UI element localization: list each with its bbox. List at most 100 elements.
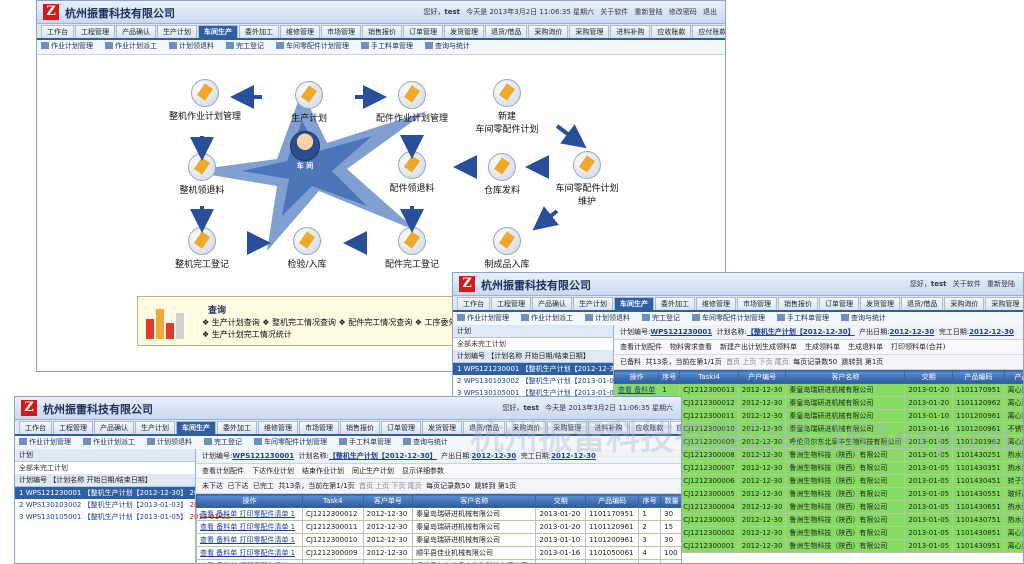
plan-list-item[interactable]: 2 WPS130103002 【整机生产计划【2013-01-03】 2013-… bbox=[453, 375, 668, 387]
column-header[interactable]: 交期 bbox=[904, 370, 954, 384]
tab-10[interactable]: 发货管理 bbox=[860, 297, 900, 310]
tab-5[interactable]: 委外加工 bbox=[655, 297, 695, 310]
table-row[interactable]: 查看 备料单 打印零配件清单 1 CJ1212300009 2012-12-30 顺平… bbox=[196, 546, 681, 560]
tool-button-2[interactable]: 新建产出计划生成领料单 bbox=[720, 343, 797, 351]
tab-4[interactable]: 车间生产 bbox=[614, 297, 654, 310]
table-cell[interactable]: 查看 备料单 打印零配件清单 1 bbox=[196, 559, 303, 563]
tab-4[interactable]: 车间生产 bbox=[176, 421, 216, 434]
subnav-item-1[interactable]: 作业计划派工 bbox=[83, 436, 135, 449]
node-g[interactable]: 仓库发料 bbox=[467, 153, 537, 196]
node-e[interactable]: 整机领退料 bbox=[157, 153, 247, 196]
tab-8[interactable]: 销售报价 bbox=[340, 421, 380, 434]
table-row[interactable]: 查看 备料单 打印零配件清单 1 CJ1212300011 2012-12-30 秦皇… bbox=[196, 520, 681, 534]
tab-3[interactable]: 生产计划 bbox=[157, 25, 197, 38]
link-relogin[interactable]: 重新登陆 bbox=[987, 280, 1015, 288]
plan-no[interactable]: WPS121230001 bbox=[232, 452, 294, 460]
node-a[interactable]: 整机作业计划管理 bbox=[145, 79, 265, 122]
tab-3[interactable]: 生产计划 bbox=[135, 421, 175, 434]
subnav-item-0[interactable]: 作业计划管理 bbox=[19, 436, 71, 449]
node-b[interactable]: 生产计划 bbox=[269, 81, 349, 124]
column-header[interactable]: 序号 bbox=[658, 370, 681, 384]
plan-list-item[interactable]: 1 WPS121230001 【整机生产计划【2012-12-30】 2012-… bbox=[15, 487, 230, 499]
tab-11[interactable]: 退货/借品 bbox=[463, 421, 506, 434]
column-header[interactable]: 产品名称 bbox=[1003, 370, 1023, 384]
subnav-item-2[interactable]: 计划领退料 bbox=[147, 436, 192, 449]
link-about[interactable]: 关于软件 bbox=[953, 280, 981, 288]
node-c[interactable]: 配件作业计划管理 bbox=[357, 81, 467, 124]
tab-1[interactable]: 工程管理 bbox=[491, 297, 531, 310]
column-header[interactable]: Task4 bbox=[301, 494, 364, 508]
jump-select[interactable]: 跳转到 第1页 bbox=[475, 482, 517, 490]
tool-button-0[interactable]: 查看计划配件 bbox=[202, 467, 244, 475]
tool-button-0[interactable]: 查看计划配件 bbox=[620, 343, 662, 351]
subnav-item-6[interactable]: 查询与统计 bbox=[841, 312, 886, 325]
subnav-item-5[interactable]: 手工料单管理 bbox=[339, 436, 391, 449]
plan-name[interactable]: 【整机生产计划【2012-12-30】 bbox=[329, 452, 437, 460]
subnav-item-6[interactable]: 查询与统计 bbox=[403, 436, 448, 449]
plan-list-item[interactable]: 2 WPS130103002 【整机生产计划【2013-01-03】 2013-… bbox=[15, 499, 230, 511]
tab-9[interactable]: 订单管理 bbox=[403, 25, 443, 38]
subnav-item-3[interactable]: 完工登记 bbox=[642, 312, 680, 325]
tab-0[interactable]: 工作台 bbox=[41, 25, 74, 38]
status-unissued[interactable]: 未下达 bbox=[202, 482, 223, 490]
tab-1[interactable]: 工程管理 bbox=[75, 25, 115, 38]
pager-links[interactable]: 首页 上页 下页 尾页 bbox=[726, 358, 789, 366]
column-header[interactable]: 操作 bbox=[613, 370, 660, 384]
node-k[interactable]: 配件完工登记 bbox=[367, 227, 457, 270]
tab-1[interactable]: 工程管理 bbox=[53, 421, 93, 434]
table-row[interactable]: 查看 备料单 打印零配件清单 1 CJ1212300012 2012-12-30 秦皇… bbox=[196, 507, 681, 521]
pager-links[interactable]: 首页 上页 下页 尾页 bbox=[359, 482, 422, 490]
tab-2[interactable]: 产品确认 bbox=[94, 421, 134, 434]
tab-7[interactable]: 市场管理 bbox=[737, 297, 777, 310]
plan-list-item[interactable]: 1 WPS121230001 【整机生产计划【2012-12-30】 2012-… bbox=[453, 363, 668, 375]
table-cell[interactable]: 查看 备料单 打印零配件清单 1 bbox=[196, 507, 303, 521]
tool-button-1[interactable]: 下达作业计划 bbox=[252, 467, 294, 475]
link-relogin[interactable]: 重新登陆 bbox=[635, 8, 663, 16]
tab-13[interactable]: 采购管理 bbox=[985, 297, 1023, 310]
tab-6[interactable]: 维修管理 bbox=[258, 421, 298, 434]
tab-14[interactable]: 进料补购 bbox=[588, 421, 629, 434]
subnav-item-1[interactable]: 作业计划派工 bbox=[521, 312, 573, 325]
tab-16[interactable]: 应付账款 bbox=[692, 25, 725, 38]
tab-9[interactable]: 订单管理 bbox=[381, 421, 421, 434]
tab-0[interactable]: 工作台 bbox=[457, 297, 490, 310]
column-header[interactable]: Taski4 bbox=[679, 370, 739, 384]
per-page[interactable]: 每页记录数50 bbox=[426, 482, 470, 490]
tab-15[interactable]: 应收账款 bbox=[651, 25, 692, 38]
tool-button-3[interactable]: 同止生产计划 bbox=[352, 467, 394, 475]
subnav-item-0[interactable]: 作业计划管理 bbox=[457, 312, 509, 325]
column-header[interactable]: 交期 bbox=[535, 494, 586, 508]
tool-button-3[interactable]: 生成领料单 bbox=[805, 343, 840, 351]
table-row[interactable]: 查看 备料单 打印零配件清单 1 CJ1212300010 2012-12-30 秦皇… bbox=[196, 533, 681, 547]
node-j[interactable]: 检验/入库 bbox=[267, 227, 347, 270]
tree-item-all[interactable]: 全部未完工计划 bbox=[15, 462, 195, 474]
node-h[interactable]: 车间零配件计划 维护 bbox=[537, 151, 637, 207]
plan-name[interactable]: 【整机生产计划【2012-12-30】 bbox=[747, 328, 855, 336]
per-page[interactable]: 每页记录数50 bbox=[793, 358, 837, 366]
tool-button-4[interactable]: 生成退料单 bbox=[848, 343, 883, 351]
column-header[interactable]: 客户单号 bbox=[362, 494, 414, 508]
tab-10[interactable]: 发货管理 bbox=[422, 421, 462, 434]
tab-13[interactable]: 采购管理 bbox=[547, 421, 588, 434]
tool-button-4[interactable]: 显示详细参数 bbox=[402, 467, 444, 475]
tab-0[interactable]: 工作台 bbox=[19, 421, 52, 434]
link-password[interactable]: 修改密码 bbox=[669, 8, 697, 16]
column-header[interactable]: 客户名称 bbox=[785, 370, 906, 384]
tab-5[interactable]: 委外加工 bbox=[239, 25, 279, 38]
subnav-item-5[interactable]: 手工料单管理 bbox=[777, 312, 829, 325]
table-row[interactable]: 查看 备料单 打印零配件清单 1CJ12123000082012-12-30呼伦… bbox=[196, 559, 681, 563]
tab-6[interactable]: 维修管理 bbox=[696, 297, 736, 310]
tab-2[interactable]: 产品确认 bbox=[116, 25, 156, 38]
tab-16[interactable]: 应付账款 bbox=[670, 421, 681, 434]
tree-item-all[interactable]: 全部未完工计划 bbox=[453, 338, 613, 350]
tab-8[interactable]: 销售报价 bbox=[778, 297, 818, 310]
tab-5[interactable]: 委外加工 bbox=[217, 421, 257, 434]
status-checkbox[interactable]: 已备料 bbox=[620, 358, 641, 366]
link-logout[interactable]: 退出 bbox=[703, 8, 717, 16]
tool-button-1[interactable]: 物料需求查看 bbox=[670, 343, 712, 351]
node-f[interactable]: 配件领退料 bbox=[367, 151, 457, 194]
column-header[interactable]: 产品编码 bbox=[584, 494, 640, 508]
tab-12[interactable]: 采购询价 bbox=[506, 421, 547, 434]
column-header[interactable]: 数量 bbox=[660, 494, 681, 508]
subnav-item-4[interactable]: 车间零配件计划管理 bbox=[254, 436, 327, 449]
